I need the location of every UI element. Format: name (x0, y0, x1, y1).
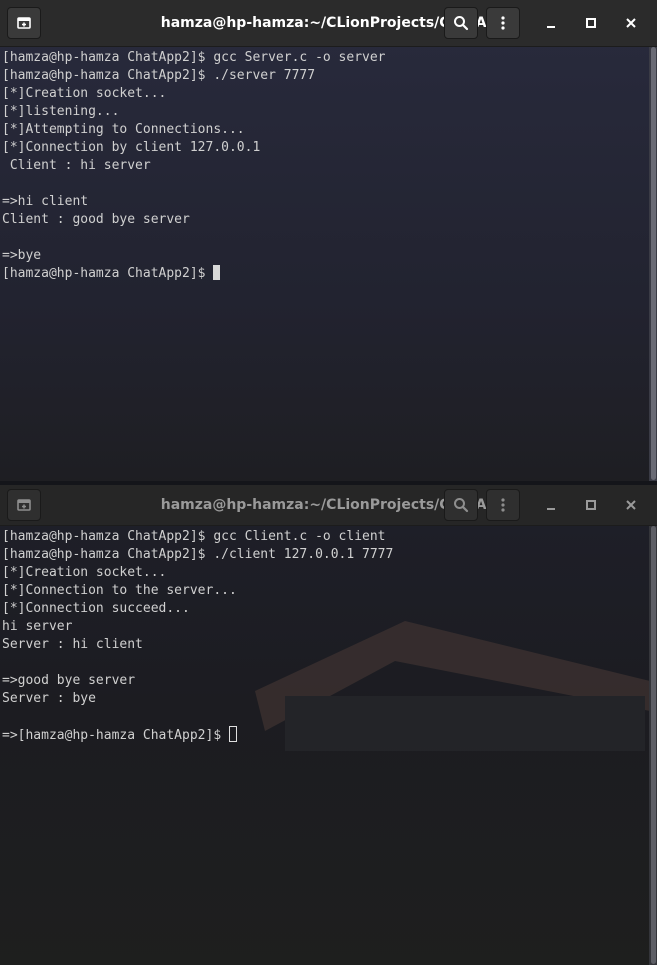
terminal-line: [hamza@hp-hamza ChatApp2]$ ./client 127.… (2, 547, 394, 562)
terminal-line: Server : hi client (2, 637, 143, 652)
minimize-button[interactable] (534, 489, 568, 521)
client-titlebar[interactable]: hamza@hp-hamza:~/CLionProjects/ChatApp2 (0, 485, 657, 526)
search-button[interactable] (444, 7, 478, 39)
terminal-line: Server : bye (2, 691, 96, 706)
menu-icon (501, 16, 505, 30)
terminal-prompt: [hamza@hp-hamza ChatApp2]$ (2, 266, 214, 281)
text-cursor (228, 726, 237, 742)
terminal-line: [hamza@hp-hamza ChatApp2]$ ./server 7777 (2, 68, 316, 83)
terminal-prompt-line[interactable]: [hamza@hp-hamza ChatApp2]$ (2, 265, 386, 283)
server-terminal-output[interactable]: [hamza@hp-hamza ChatApp2]$ gcc Server.c … (0, 47, 657, 481)
server-titlebar[interactable]: hamza@hp-hamza:~/CLionProjects/ChatApp2 (0, 0, 657, 47)
search-button[interactable] (444, 489, 478, 521)
terminal-line: [*]Attempting to Connections... (2, 122, 245, 137)
minimize-icon (547, 508, 555, 510)
client-terminal-output[interactable]: [hamza@hp-hamza ChatApp2]$ gcc Client.c … (0, 526, 657, 965)
close-icon (626, 500, 636, 510)
terminal-line: [*]Connection by client 127.0.0.1 (2, 140, 261, 155)
menu-button[interactable] (486, 7, 520, 39)
server-terminal-window: hamza@hp-hamza:~/CLionProjects/ChatApp2 (0, 0, 657, 481)
minimize-icon (547, 26, 555, 28)
menu-icon (501, 498, 505, 512)
terminal-line: [hamza@hp-hamza ChatApp2]$ gcc Client.c … (2, 529, 386, 544)
search-icon (454, 16, 469, 31)
terminal-line: [*]listening... (2, 104, 120, 119)
maximize-icon (586, 500, 596, 510)
terminal-line: [*]Creation socket... (2, 565, 167, 580)
terminal-line: =>good bye server (2, 673, 136, 688)
menu-button[interactable] (486, 489, 520, 521)
client-scrollbar[interactable] (649, 526, 657, 965)
maximize-button[interactable] (574, 7, 608, 39)
close-icon (626, 18, 636, 28)
text-cursor (213, 265, 221, 280)
terminal-text: [hamza@hp-hamza ChatApp2]$ gcc Server.c … (2, 49, 386, 283)
terminal-line: =>hi client (2, 194, 89, 209)
close-button[interactable] (614, 489, 648, 521)
terminal-prompt-line[interactable]: =>[hamza@hp-hamza ChatApp2]$ (2, 726, 393, 744)
client-terminal-window: hamza@hp-hamza:~/CLionProjects/ChatApp2 (0, 485, 657, 965)
scrollbar-thumb[interactable] (651, 47, 656, 480)
terminal-line: [*]Creation socket... (2, 86, 167, 101)
terminal-line: Client : good bye server (2, 212, 190, 227)
terminal-line: =>bye (2, 248, 42, 263)
terminal-prompt: =>[hamza@hp-hamza ChatApp2]$ (2, 728, 229, 743)
close-button[interactable] (614, 7, 648, 39)
terminal-line: Client : hi server (2, 158, 151, 173)
maximize-button[interactable] (574, 489, 608, 521)
minimize-button[interactable] (534, 7, 568, 39)
search-icon (454, 498, 469, 513)
terminal-text: [hamza@hp-hamza ChatApp2]$ gcc Client.c … (2, 528, 393, 744)
terminal-line: [*]Connection to the server... (2, 583, 237, 598)
maximize-icon (586, 18, 596, 28)
terminal-line: [hamza@hp-hamza ChatApp2]$ gcc Server.c … (2, 50, 386, 65)
scrollbar-thumb[interactable] (651, 526, 656, 964)
terminal-line: hi server (2, 619, 73, 634)
terminal-line: [*]Connection succeed... (2, 601, 190, 616)
server-scrollbar[interactable] (649, 47, 657, 481)
